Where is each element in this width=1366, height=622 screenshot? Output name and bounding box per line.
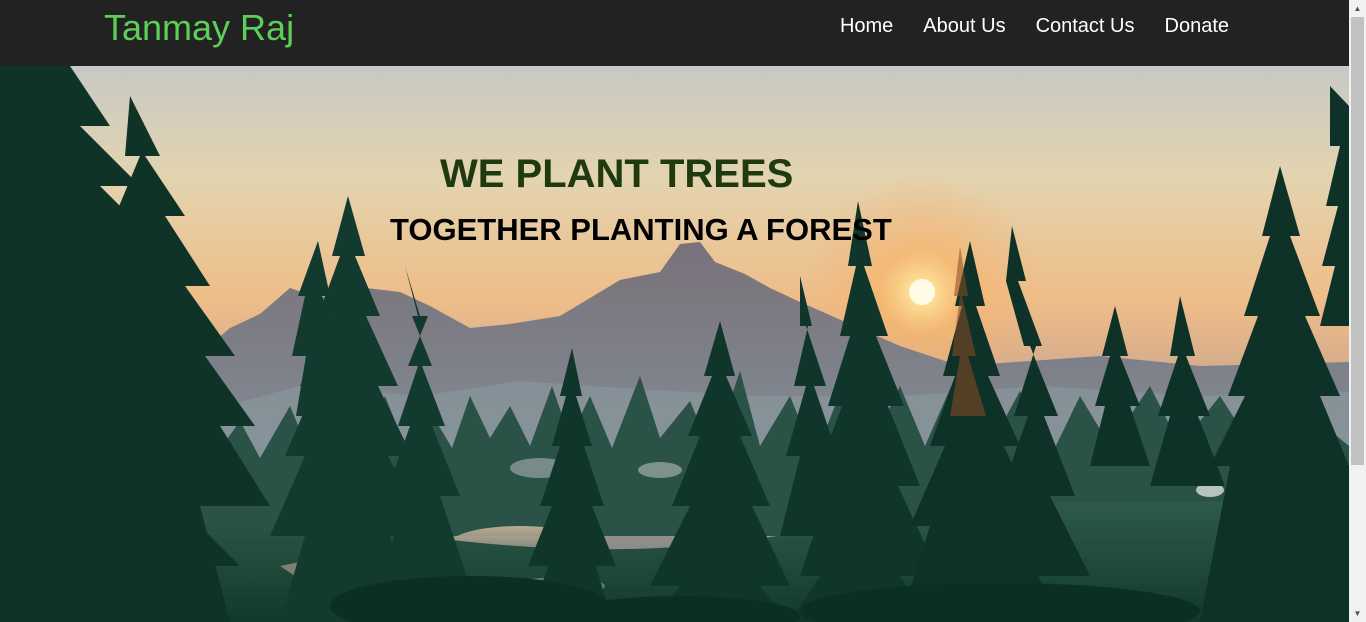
vertical-scrollbar[interactable]: ▲ ▼ [1349, 0, 1366, 622]
scrollbar-thumb[interactable] [1351, 17, 1364, 465]
nav-link-donate[interactable]: Donate [1165, 14, 1230, 38]
hero-subtitle: TOGETHER PLANTING A FOREST [390, 211, 892, 247]
triangle-down-icon[interactable]: ▼ [1349, 605, 1366, 622]
page: Tanmay Raj Home About Us Contact Us Dona… [0, 0, 1349, 622]
nav-link-about-us[interactable]: About Us [923, 14, 1005, 38]
hero-section: WE PLANT TREES TOGETHER PLANTING A FORES… [0, 66, 1349, 622]
nav-link-home[interactable]: Home [840, 14, 893, 38]
nav-link-contact-us[interactable]: Contact Us [1036, 14, 1135, 38]
brand-logo-link[interactable]: Tanmay Raj [104, 8, 294, 48]
triangle-up-icon[interactable]: ▲ [1349, 0, 1366, 17]
forest-sunset-background-image [0, 66, 1349, 622]
navbar: Tanmay Raj Home About Us Contact Us Dona… [0, 0, 1349, 66]
hero-title: WE PLANT TREES [440, 151, 794, 196]
nav-links: Home About Us Contact Us Donate [840, 14, 1229, 38]
